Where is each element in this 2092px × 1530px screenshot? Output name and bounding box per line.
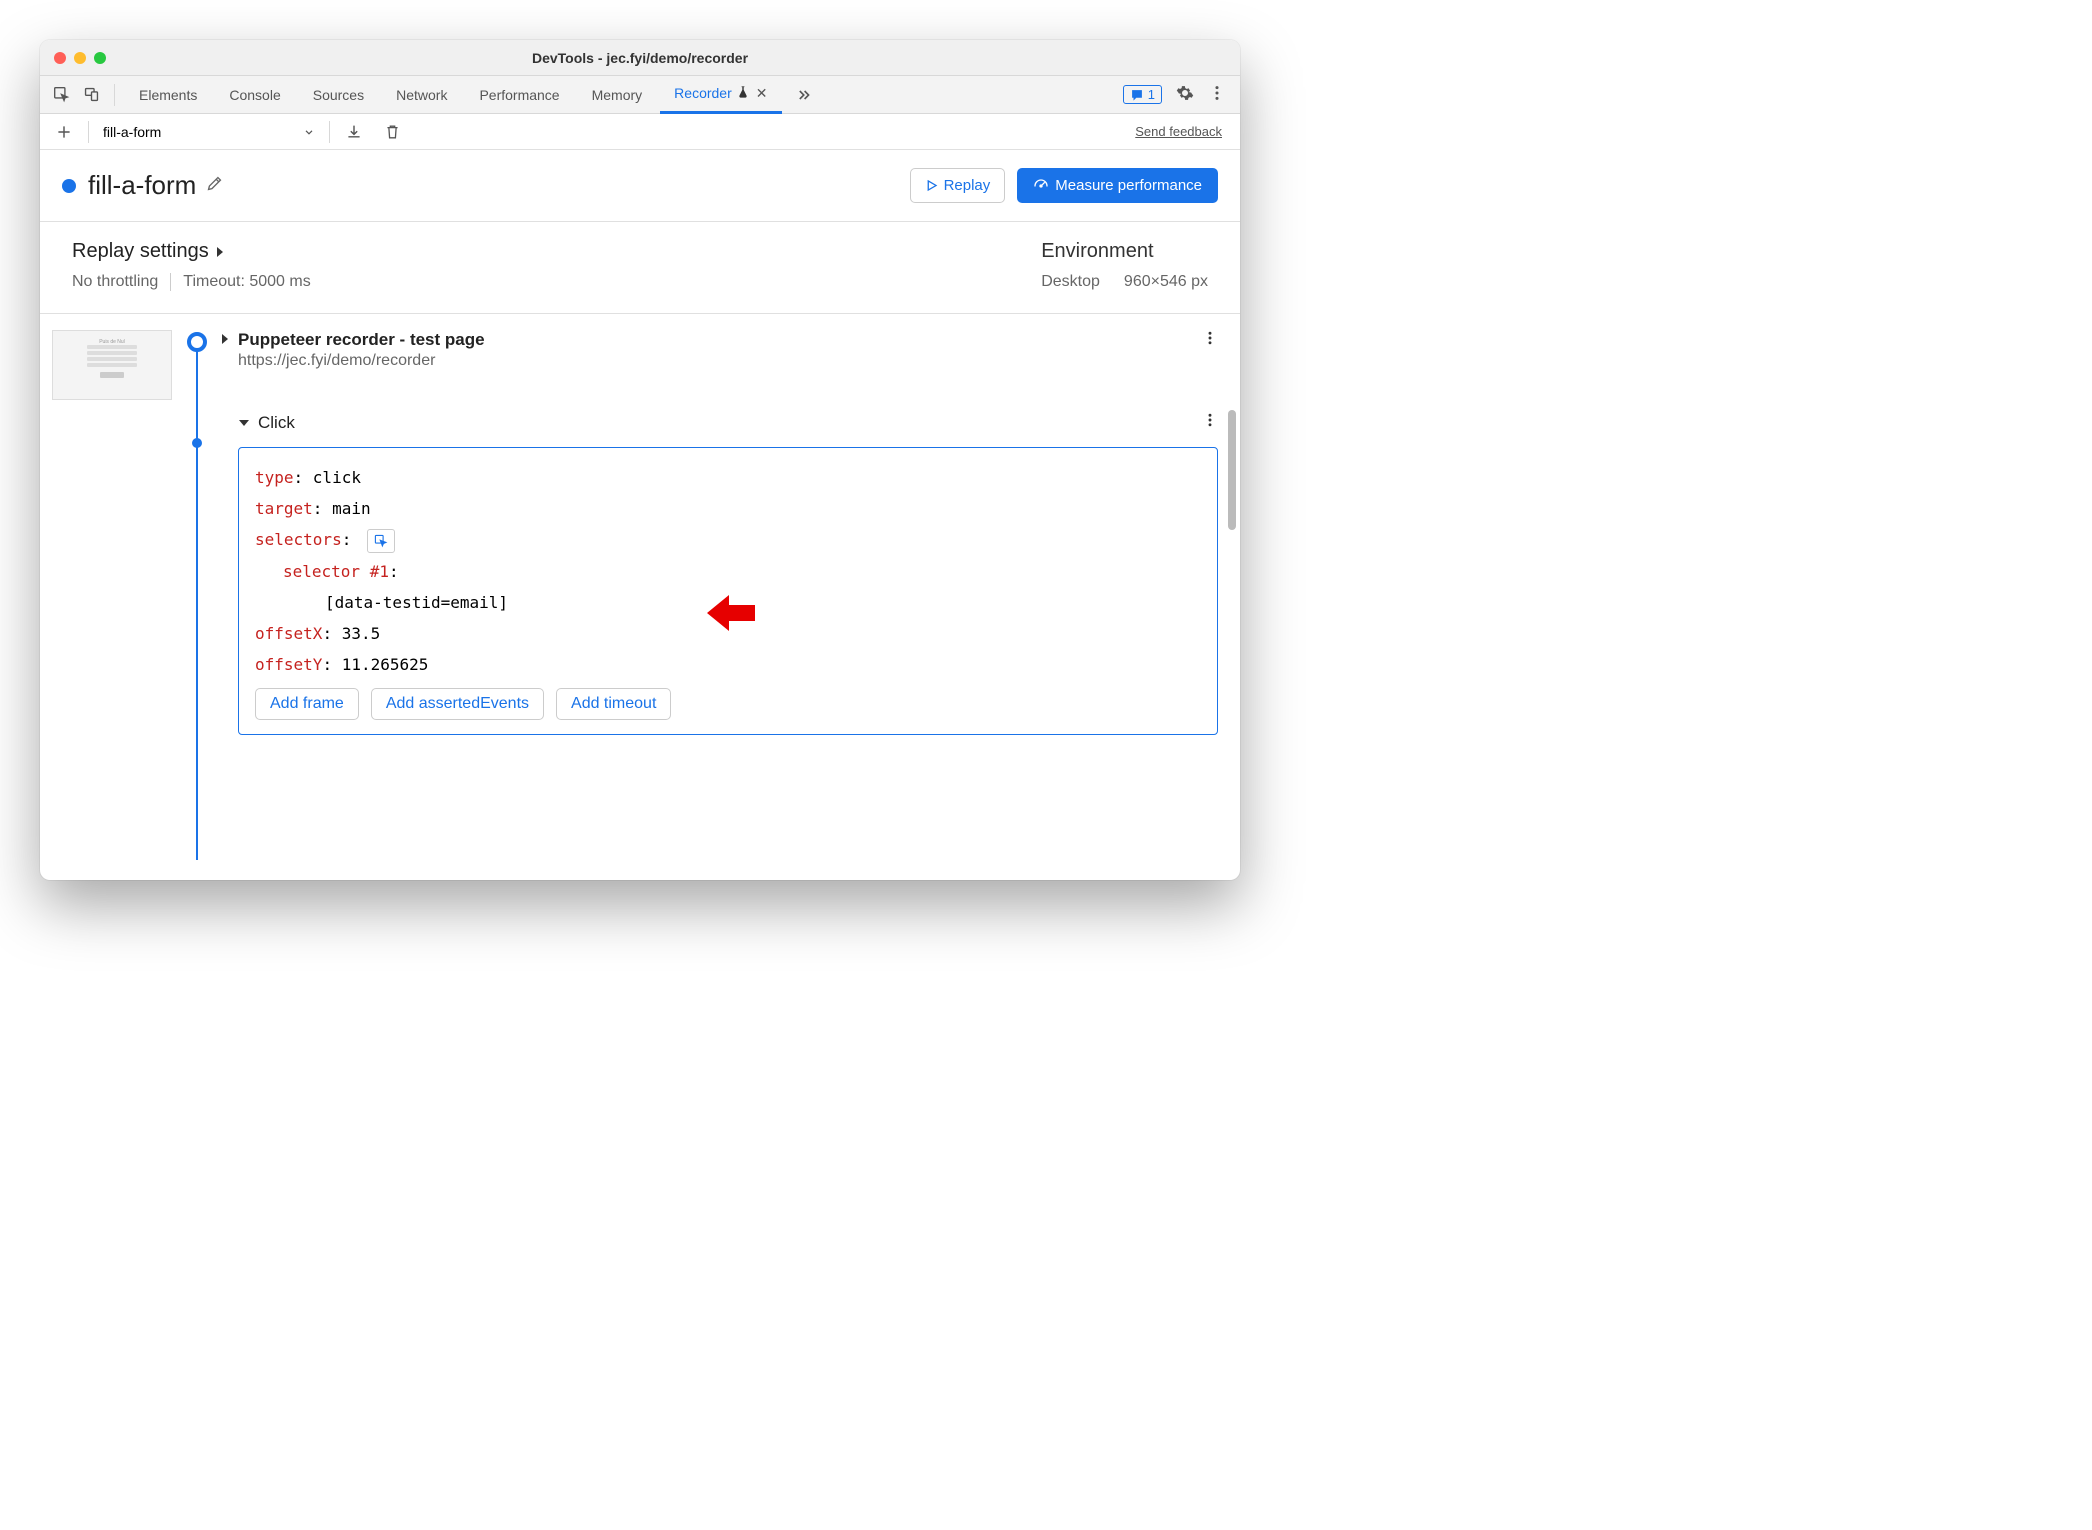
timeline-node <box>192 438 202 448</box>
tab-elements[interactable]: Elements <box>125 76 211 114</box>
tab-sources[interactable]: Sources <box>299 76 378 114</box>
divider <box>329 121 330 143</box>
titlebar: DevTools - jec.fyi/demo/recorder <box>40 40 1240 76</box>
kebab-menu-icon[interactable] <box>1208 84 1226 105</box>
environment-label: Environment <box>1041 240 1208 263</box>
add-timeout-button[interactable]: Add timeout <box>556 688 671 720</box>
devtools-window: DevTools - jec.fyi/demo/recorder Element… <box>40 40 1240 880</box>
minimize-icon[interactable] <box>74 52 86 64</box>
measure-performance-button[interactable]: Measure performance <box>1017 168 1218 203</box>
timeline-line <box>196 340 198 860</box>
device-toolbar-icon[interactable] <box>78 86 104 103</box>
inspect-icon[interactable] <box>48 86 74 103</box>
chevron-down-icon <box>303 126 315 138</box>
replay-settings-toggle[interactable]: Replay settings <box>72 240 311 263</box>
recording-selector[interactable]: fill-a-form <box>99 124 319 140</box>
timeline-node-start <box>187 332 207 352</box>
timeline: Puppeteer recorder - test page https://j… <box>184 330 1218 860</box>
maximize-icon[interactable] <box>94 52 106 64</box>
new-recording-button[interactable] <box>50 118 78 146</box>
tab-recorder[interactable]: Recorder ✕ <box>660 76 781 114</box>
tab-network[interactable]: Network <box>382 76 461 114</box>
tab-console[interactable]: Console <box>215 76 294 114</box>
step-details: type: click target: main selectors: sele… <box>238 447 1218 735</box>
tab-memory[interactable]: Memory <box>578 76 657 114</box>
recording-title: fill-a-form <box>88 170 196 201</box>
close-tab-icon[interactable]: ✕ <box>756 85 768 102</box>
step-thumbnail[interactable]: Puis de Nul <box>52 330 172 400</box>
caret-right-icon[interactable] <box>220 332 230 350</box>
send-feedback-link[interactable]: Send feedback <box>1135 124 1230 139</box>
experiment-icon <box>736 85 750 102</box>
add-frame-button[interactable]: Add frame <box>255 688 359 720</box>
recording-status-dot <box>62 179 76 193</box>
caret-down-icon[interactable] <box>238 415 250 433</box>
settings-icon[interactable] <box>1176 84 1194 105</box>
export-button[interactable] <box>340 118 368 146</box>
play-icon <box>925 179 938 192</box>
step-menu-icon[interactable] <box>1202 412 1218 433</box>
scrollbar-thumb[interactable] <box>1228 410 1236 530</box>
caret-right-icon <box>215 246 225 258</box>
issues-badge[interactable]: 1 <box>1123 85 1162 104</box>
traffic-lights <box>54 52 106 64</box>
divider <box>88 121 89 143</box>
annotation-arrow-icon <box>707 593 757 643</box>
selector-picker-button[interactable] <box>367 529 395 553</box>
recorder-toolbar: fill-a-form Send feedback <box>40 114 1240 150</box>
device-value: Desktop <box>1041 273 1100 291</box>
gauge-icon <box>1033 178 1049 194</box>
steps-area: Puis de Nul <box>40 314 1240 880</box>
devtools-tabbar: Elements Console Sources Network Perform… <box>40 76 1240 114</box>
edit-icon[interactable] <box>206 175 223 197</box>
divider <box>114 84 115 106</box>
recording-header: fill-a-form Replay Measure performance <box>40 150 1240 222</box>
tab-performance[interactable]: Performance <box>465 76 573 114</box>
close-icon[interactable] <box>54 52 66 64</box>
step-menu-icon[interactable] <box>1202 330 1218 351</box>
replay-button[interactable]: Replay <box>910 168 1006 203</box>
timeout-value: Timeout: 5000 ms <box>183 273 310 291</box>
selector-value[interactable]: [data-testid=email] <box>325 593 508 612</box>
delete-button[interactable] <box>378 118 406 146</box>
step-click-label: Click <box>258 413 295 433</box>
add-asserted-events-button[interactable]: Add assertedEvents <box>371 688 544 720</box>
divider <box>170 273 171 291</box>
dimensions-value: 960×546 px <box>1124 273 1208 291</box>
window-title: DevTools - jec.fyi/demo/recorder <box>532 50 748 66</box>
more-tabs-icon[interactable] <box>790 87 816 103</box>
step-url: https://jec.fyi/demo/recorder <box>238 352 485 370</box>
step-title: Puppeteer recorder - test page <box>238 330 485 350</box>
scrollbar[interactable] <box>1228 410 1238 610</box>
throttling-value: No throttling <box>72 273 158 291</box>
settings-row: Replay settings No throttling Timeout: 5… <box>40 222 1240 314</box>
